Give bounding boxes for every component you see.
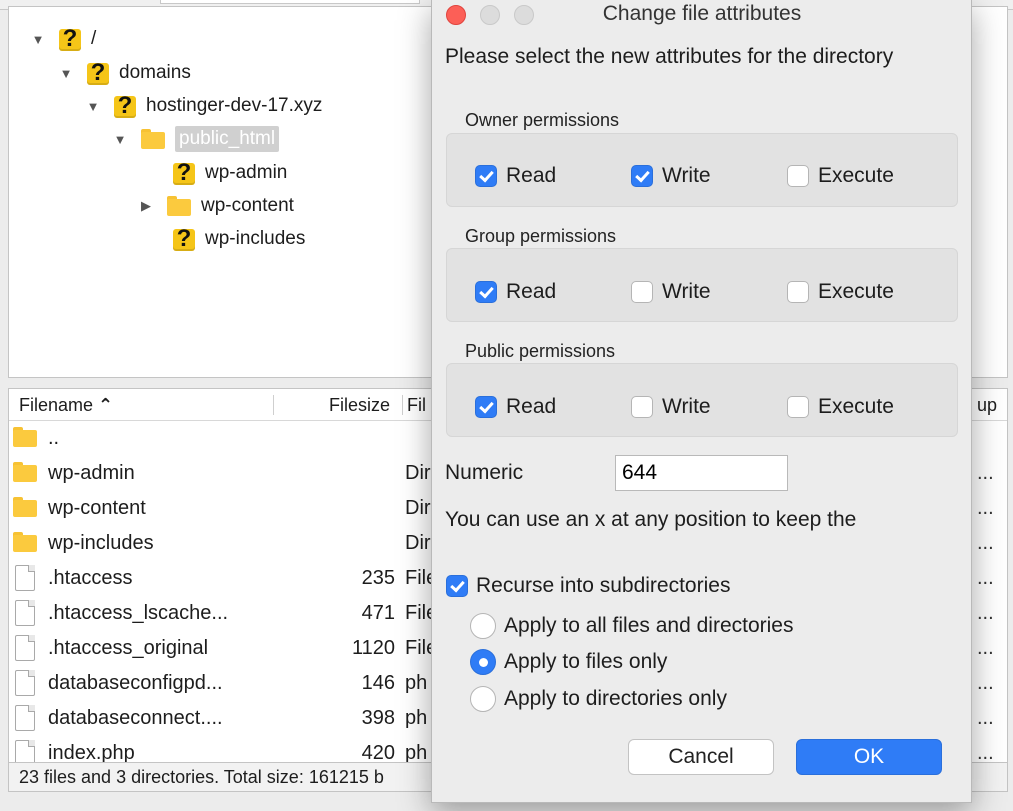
apply-directories-only-radio[interactable]: Apply to directories only	[470, 686, 727, 712]
numeric-label: Numeric	[445, 461, 524, 484]
owner-read-checkbox[interactable]: Read	[475, 164, 556, 188]
apply-files-only-radio[interactable]: Apply to files only	[470, 649, 667, 675]
question-icon: ?	[59, 26, 81, 52]
question-icon: ?	[173, 226, 195, 252]
column-header-group[interactable]: up	[977, 395, 997, 416]
radio-unselected-icon	[470, 613, 496, 639]
checkbox-unchecked-icon	[631, 281, 653, 303]
expanded-arrow-icon[interactable]: ▼	[59, 66, 73, 81]
checkbox-checked-icon	[475, 165, 497, 187]
collapsed-arrow-icon[interactable]: ▶	[139, 198, 153, 214]
dialog-instructions: Please select the new attributes for the…	[445, 45, 894, 68]
close-window-button[interactable]	[446, 5, 466, 25]
owner-write-checkbox[interactable]: Write	[631, 164, 711, 188]
group-write-checkbox[interactable]: Write	[631, 280, 711, 304]
public-read-checkbox[interactable]: Read	[475, 395, 556, 419]
expanded-arrow-icon[interactable]: ▼	[113, 132, 127, 147]
toolbar-notch	[160, 0, 420, 4]
checkbox-unchecked-icon	[787, 165, 809, 187]
public-write-checkbox[interactable]: Write	[631, 395, 711, 419]
checkbox-checked-icon	[446, 575, 468, 597]
tree-node-label: wp-content	[201, 195, 294, 216]
tree-node-hostinger[interactable]: ▼ ? hostinger-dev-17.xyz	[86, 92, 323, 120]
expanded-arrow-icon[interactable]: ▼	[86, 99, 100, 114]
owner-execute-checkbox[interactable]: Execute	[787, 164, 894, 188]
dialog-title: Change file attributes	[602, 2, 802, 25]
radio-unselected-icon	[470, 686, 496, 712]
cancel-button[interactable]: Cancel	[628, 739, 774, 775]
dialog-titlebar[interactable]: Change file attributes	[432, 0, 971, 30]
column-header-filename[interactable]: Filename ⌃	[19, 395, 113, 416]
ok-button[interactable]: OK	[796, 739, 942, 775]
tree-node-label-selected: public_html	[175, 126, 280, 152]
numeric-permissions-input[interactable]	[615, 455, 788, 491]
tree-node-label: wp-admin	[205, 162, 288, 183]
expanded-arrow-icon[interactable]: ▼	[31, 32, 45, 47]
group-permissions-label: Group permissions	[465, 226, 617, 246]
question-icon: ?	[114, 93, 136, 119]
checkbox-checked-icon	[631, 165, 653, 187]
public-permissions-group: Read Write Execute	[446, 363, 958, 437]
tree-node-label: domains	[119, 62, 191, 83]
sort-ascending-icon: ⌃	[98, 395, 114, 415]
group-permissions-group: Read Write Execute	[446, 248, 958, 322]
checkbox-unchecked-icon	[787, 396, 809, 418]
owner-permissions-group: Read Write Execute	[446, 133, 958, 207]
checkbox-unchecked-icon	[787, 281, 809, 303]
file-icon	[15, 705, 35, 737]
change-file-attributes-dialog: Change file attributes Please select the…	[431, 0, 972, 803]
tree-node-label: wp-includes	[205, 228, 306, 249]
public-permissions-label: Public permissions	[465, 341, 616, 361]
owner-permissions-label: Owner permissions	[465, 110, 620, 130]
question-icon: ?	[87, 60, 109, 86]
tree-node-domains[interactable]: ▼ ? domains	[59, 59, 191, 87]
tree-node-wp-includes[interactable]: ? wp-includes	[145, 225, 305, 253]
column-header-filesize[interactable]: Filesize	[329, 395, 390, 416]
checkbox-unchecked-icon	[631, 396, 653, 418]
tree-node-wp-admin[interactable]: ? wp-admin	[145, 159, 287, 187]
folder-icon	[13, 497, 37, 523]
file-icon	[15, 565, 35, 597]
folder-icon	[167, 196, 191, 216]
file-icon	[15, 670, 35, 702]
group-execute-checkbox[interactable]: Execute	[787, 280, 894, 304]
apply-all-radio[interactable]: Apply to all files and directories	[470, 613, 793, 639]
folder-icon	[13, 462, 37, 488]
radio-selected-icon	[470, 649, 496, 675]
file-icon	[15, 600, 35, 632]
checkbox-checked-icon	[475, 281, 497, 303]
numeric-hint-text: You can use an x at any position to keep…	[445, 508, 857, 531]
file-icon	[15, 635, 35, 667]
folder-icon	[141, 129, 165, 149]
checkbox-checked-icon	[475, 396, 497, 418]
status-text: 23 files and 3 directories. Total size: …	[19, 767, 384, 787]
public-execute-checkbox[interactable]: Execute	[787, 395, 894, 419]
column-header-filetype[interactable]: Fil	[407, 395, 426, 416]
minimize-window-button	[480, 5, 500, 25]
folder-icon	[13, 532, 37, 558]
recurse-subdirectories-checkbox[interactable]: Recurse into subdirectories	[446, 574, 730, 598]
tree-node-wp-content[interactable]: ▶ wp-content	[139, 192, 294, 220]
zoom-window-button	[514, 5, 534, 25]
tree-node-label: hostinger-dev-17.xyz	[146, 95, 323, 116]
tree-node-public-html[interactable]: ▼ public_html	[113, 125, 280, 153]
tree-node-root[interactable]: ▼ ? /	[31, 25, 97, 53]
folder-icon	[13, 427, 37, 453]
group-read-checkbox[interactable]: Read	[475, 280, 556, 304]
question-icon: ?	[173, 160, 195, 186]
tree-node-label: /	[91, 28, 97, 49]
